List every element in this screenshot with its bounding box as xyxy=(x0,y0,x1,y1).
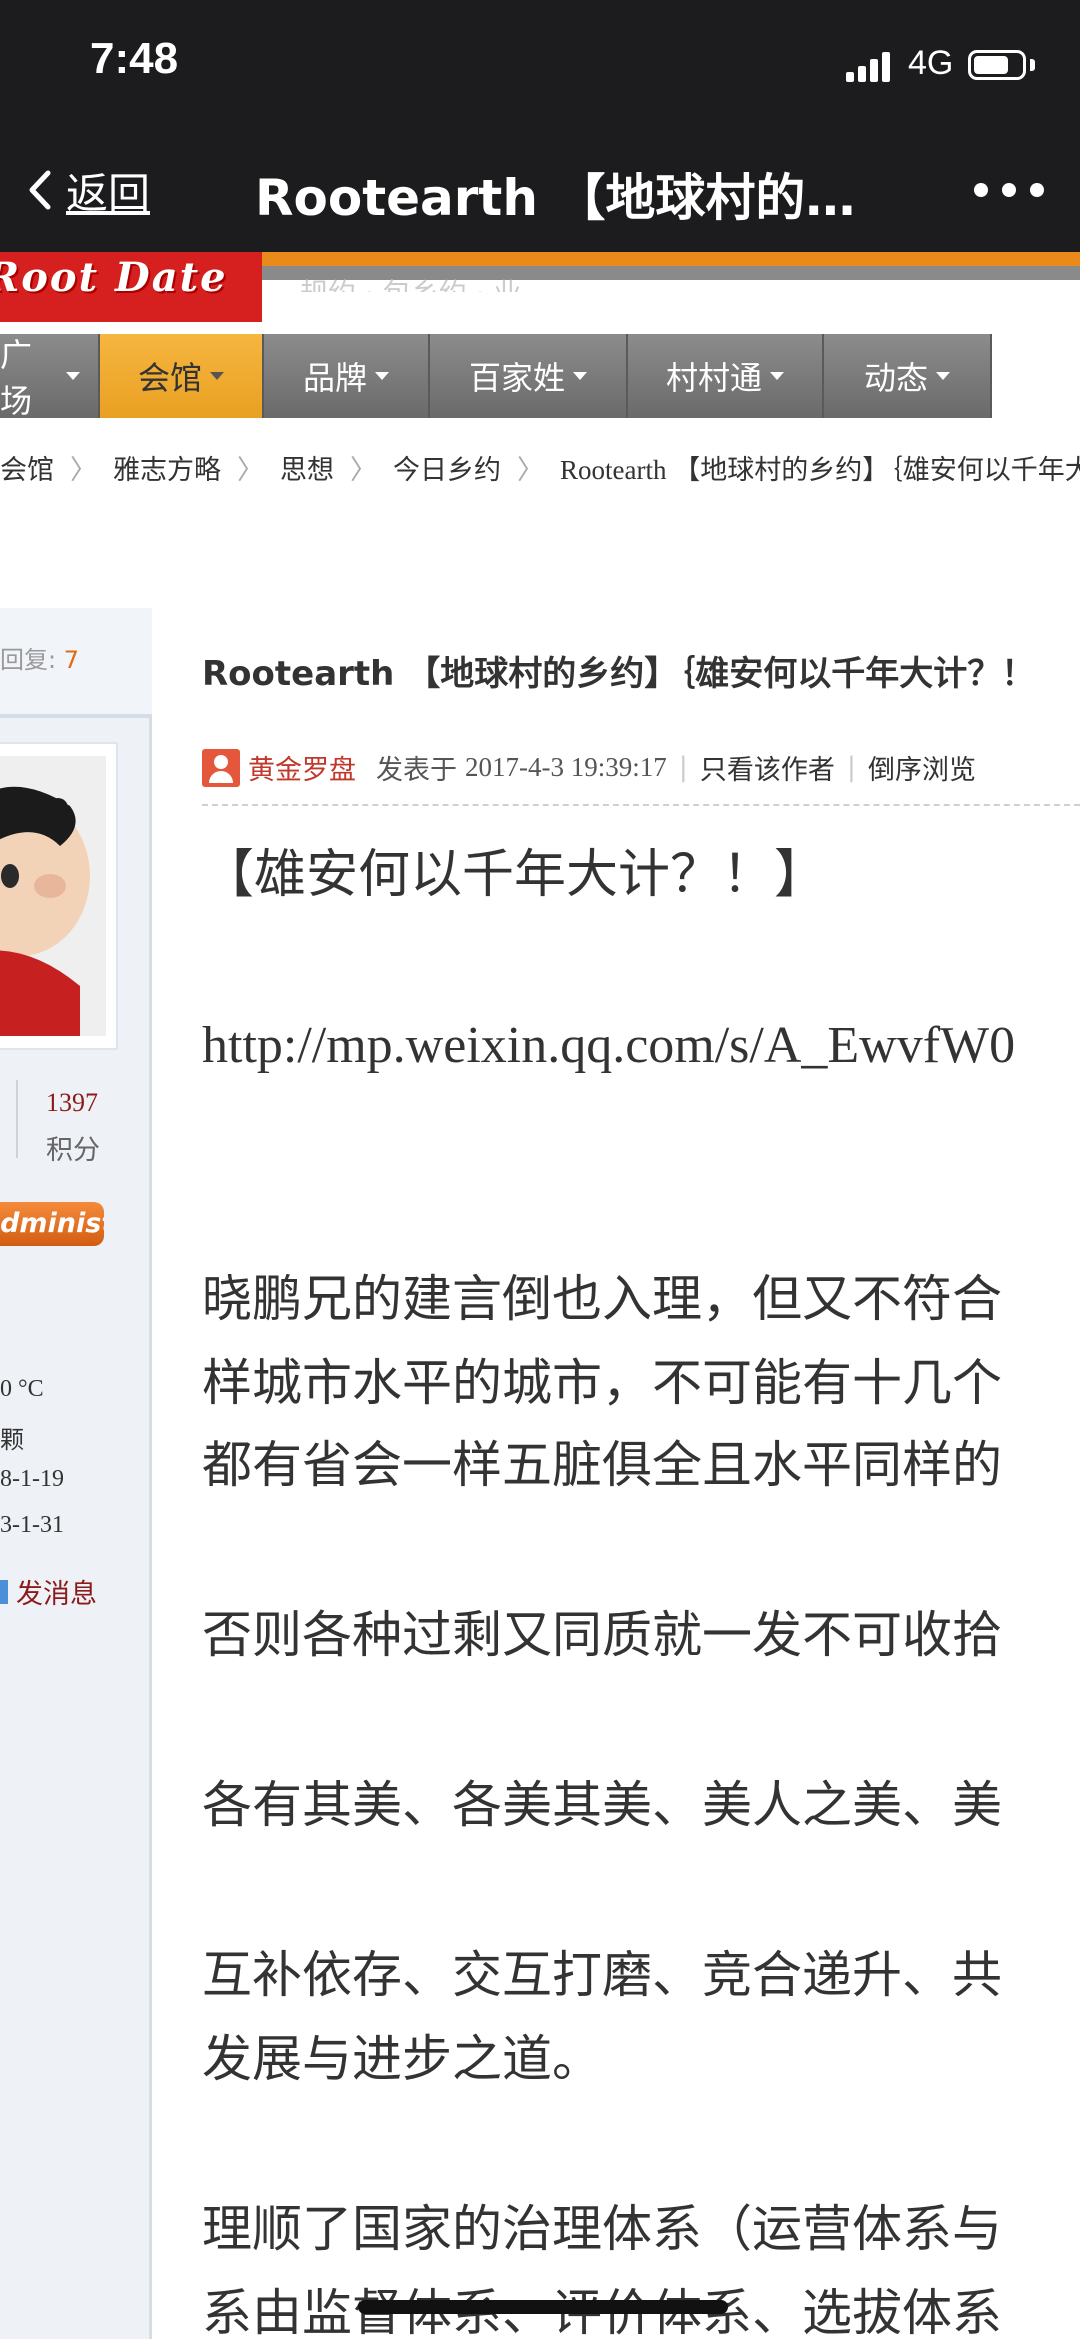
reply-label: 回复: xyxy=(0,646,57,674)
post-headline: 【雄安何以千年大计？！】 xyxy=(202,845,827,905)
points-value[interactable]: 1397 xyxy=(46,1088,98,1118)
post-paragraph-line: 发展与进步之道。 xyxy=(202,2030,602,2088)
points-label: 积分 xyxy=(46,1135,100,1166)
meta-separator: | xyxy=(678,752,688,783)
site-slogan: 规约 · 包乡约 · 业 xyxy=(300,272,521,292)
menu-item-label: 会馆 xyxy=(137,359,202,397)
battery-tip xyxy=(1030,59,1035,71)
author-link[interactable]: 黄金罗盘 xyxy=(248,748,356,787)
signal-icon xyxy=(846,50,896,82)
send-message-label: 发消息 xyxy=(16,1579,97,1610)
breadcrumb-separator-icon: 〉 xyxy=(70,455,97,486)
breadcrumb-item[interactable]: 思想 xyxy=(280,455,334,486)
points-divider xyxy=(16,1080,18,1158)
post-title: Rootearth 【地球村的乡约】｛雄安何以千年大计？！ xyxy=(202,654,1036,694)
breadcrumb-separator-icon: 〉 xyxy=(237,455,264,486)
menu-item-label: 动态 xyxy=(863,359,928,397)
post-paragraph-line: 各有其美、各美其美、美人之美、美 xyxy=(202,1776,1002,1834)
back-button[interactable]: 返回 xyxy=(28,150,150,230)
home-indicator[interactable] xyxy=(358,2300,728,2314)
reply-count: 7 xyxy=(63,646,80,674)
breadcrumb-separator-icon: 〉 xyxy=(350,455,377,486)
menu-item-label: 百家姓 xyxy=(468,359,565,397)
post-meta: 黄金罗盘 发表于 2017-4-3 19:39:17 | 只看该作者 | 倒序浏… xyxy=(202,748,976,787)
stat-count: 颗 xyxy=(0,1426,24,1454)
breadcrumb-item[interactable]: 今日乡约 xyxy=(393,455,501,486)
chevron-left-icon xyxy=(29,170,51,210)
site-logo[interactable]: Root Date xyxy=(0,252,262,322)
menu-item[interactable]: 会馆 xyxy=(100,334,264,418)
breadcrumb-item[interactable]: Rootearth 【地球村的乡约】｛雄安何以千年大 xyxy=(560,455,1080,485)
reply-stat: 回复: 7 xyxy=(0,640,79,675)
posted-time: 2017-4-3 19:39:17 xyxy=(465,752,667,782)
page-title: Rootearth 【地球村的乡… xyxy=(255,169,895,227)
menu-item-label: 村村通 xyxy=(665,359,762,397)
stat-temperature: 0 °C xyxy=(0,1376,44,1402)
user-group-badge: Administrator xyxy=(0,1202,104,1246)
reverse-browse-link[interactable]: 倒序浏览 xyxy=(868,748,976,787)
message-icon xyxy=(0,1579,8,1604)
stat-last-login: 3-1-31 xyxy=(0,1512,64,1538)
logo-text: Root Date xyxy=(0,254,228,301)
avatar[interactable] xyxy=(0,756,106,1036)
post-paragraph-line: 晓鹏兄的建言倒也入理，但又不符合 xyxy=(202,1270,1002,1328)
post-paragraph-line: 否则各种过剩又同质就一发不可收拾 xyxy=(202,1606,1002,1664)
breadcrumb: 会馆〉雅志方略〉思想〉今日乡约〉 Rootearth 【地球村的乡约】｛雄安何以千… xyxy=(0,448,1080,488)
menu-item[interactable]: 百家姓 xyxy=(430,334,628,418)
post-paragraph-line: 理顺了国家的治理体系（运营体系与 xyxy=(202,2200,1002,2258)
menu-item-label: 品牌 xyxy=(302,359,367,397)
stat-register-date: 8-1-19 xyxy=(0,1466,64,1492)
only-author-link[interactable]: 只看该作者 xyxy=(700,748,835,787)
battery-icon xyxy=(968,50,1026,80)
menu-item[interactable]: 品牌 xyxy=(264,334,430,418)
back-label: 返回 xyxy=(66,168,151,218)
caret-down-icon xyxy=(66,372,80,380)
breadcrumb-item[interactable]: 会馆 xyxy=(0,455,54,486)
menu-item[interactable]: 广场 xyxy=(0,334,100,420)
meta-divider xyxy=(202,804,1080,806)
status-time: 7:48 xyxy=(90,34,179,83)
menu-item-label: 广场 xyxy=(0,336,33,420)
caret-down-icon xyxy=(210,372,224,380)
menu-item[interactable]: 村村通 xyxy=(628,334,824,418)
send-message-link[interactable]: 发消息 xyxy=(0,1572,97,1611)
more-icon[interactable] xyxy=(974,170,1044,210)
post-paragraph-line: 互补依存、交互打磨、竞合递升、共 xyxy=(202,1946,1002,2004)
post-paragraph-line: 都有省会一样五脏俱全且水平同样的 xyxy=(202,1436,1002,1494)
caret-down-icon xyxy=(770,372,784,380)
post-paragraph-line: 样城市水平的城市，不可能有十几个 xyxy=(202,1354,1002,1412)
avatar-image xyxy=(0,756,106,1036)
menu-item[interactable]: 动态 xyxy=(824,334,992,418)
breadcrumb-item[interactable]: 雅志方略 xyxy=(113,455,221,486)
meta-separator: | xyxy=(846,752,856,783)
network-type: 4G xyxy=(908,44,954,82)
main-menu: 广场 会馆 品牌 百家姓 村村通 动态 xyxy=(0,334,992,420)
caret-down-icon xyxy=(375,372,389,380)
user-icon xyxy=(202,748,240,787)
breadcrumb-separator-icon: 〉 xyxy=(517,455,544,486)
caret-down-icon xyxy=(573,372,587,380)
posted-prefix: 发表于 xyxy=(376,755,457,786)
post-url-link[interactable]: http://mp.weixin.qq.com/s/A_EwvfW0 xyxy=(202,1008,1015,1083)
caret-down-icon xyxy=(936,372,950,380)
